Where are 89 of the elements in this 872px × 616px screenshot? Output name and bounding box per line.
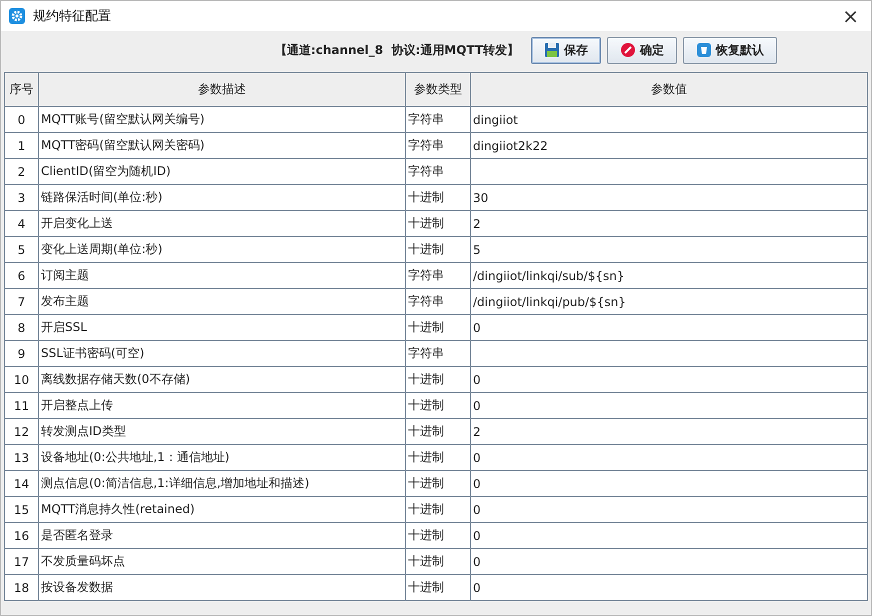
table-cell: MQTT密码(留空默认网关密码): [39, 133, 406, 159]
table-cell: 11: [5, 393, 39, 419]
table-cell: 12: [5, 419, 39, 445]
table-cell: 转发测点ID类型: [39, 419, 406, 445]
column-header[interactable]: 参数描述: [39, 73, 406, 107]
table-cell: 十进制: [406, 471, 471, 497]
table-cell: 1: [5, 133, 39, 159]
value-cell[interactable]: 0: [471, 471, 868, 497]
value-cell[interactable]: 0: [471, 575, 868, 601]
trash-icon: [696, 42, 712, 58]
table-cell: 十进制: [406, 315, 471, 341]
value-cell[interactable]: 0: [471, 523, 868, 549]
value-cell[interactable]: 0: [471, 393, 868, 419]
table-cell: 6: [5, 263, 39, 289]
value-cell[interactable]: [471, 159, 868, 185]
value-cell[interactable]: 0: [471, 445, 868, 471]
value-cell[interactable]: 0: [471, 497, 868, 523]
table-cell: 十进制: [406, 419, 471, 445]
table-cell: 字符串: [406, 263, 471, 289]
table-cell: 链路保活时间(单位:秒): [39, 185, 406, 211]
table-cell: 十进制: [406, 211, 471, 237]
table-cell: 十进制: [406, 549, 471, 575]
table-cell: 十进制: [406, 575, 471, 601]
table-cell: 按设备发数据: [39, 575, 406, 601]
table-cell: 4: [5, 211, 39, 237]
table-cell: 订阅主题: [39, 263, 406, 289]
toolbar-button[interactable]: 确定: [607, 36, 678, 64]
value-cell[interactable]: 0: [471, 549, 868, 575]
table-cell: 开启整点上传: [39, 393, 406, 419]
table-cell: 离线数据存储天数(0不存储): [39, 367, 406, 393]
table-cell: 15: [5, 497, 39, 523]
table-cell: 9: [5, 341, 39, 367]
gear-icon: [9, 8, 25, 24]
table-cell: 变化上送周期(单位:秒): [39, 237, 406, 263]
value-cell[interactable]: /dingiiot/linkqi/pub/${sn}: [471, 289, 868, 315]
table-cell: 十进制: [406, 393, 471, 419]
table-cell: 2: [5, 159, 39, 185]
table-cell: MQTT账号(留空默认网关编号): [39, 107, 406, 133]
table-cell: 7: [5, 289, 39, 315]
value-cell[interactable]: dingiiot2k22: [471, 133, 868, 159]
table-cell: 17: [5, 549, 39, 575]
value-cell[interactable]: 2: [471, 211, 868, 237]
value-cell[interactable]: 0: [471, 315, 868, 341]
table-cell: 10: [5, 367, 39, 393]
column-header[interactable]: 参数类型: [406, 73, 471, 107]
value-cell[interactable]: [471, 341, 868, 367]
table-cell: SSL证书密码(可空): [39, 341, 406, 367]
toolbar-button[interactable]: 恢复默认: [683, 36, 778, 64]
table-cell: 开启SSL: [39, 315, 406, 341]
table-cell: 测点信息(0:简洁信息,1:详细信息,增加地址和描述): [39, 471, 406, 497]
no-entry-icon: [620, 42, 636, 58]
toolbar-button[interactable]: 保存: [531, 36, 602, 64]
table-cell: MQTT消息持久性(retained): [39, 497, 406, 523]
table-cell: 字符串: [406, 159, 471, 185]
table-cell: 十进制: [406, 497, 471, 523]
table-cell: 是否匿名登录: [39, 523, 406, 549]
table-cell: 8: [5, 315, 39, 341]
table-cell: 3: [5, 185, 39, 211]
value-cell[interactable]: /dingiiot/linkqi/sub/${sn}: [471, 263, 868, 289]
table-cell: 18: [5, 575, 39, 601]
table-cell: 字符串: [406, 289, 471, 315]
table-cell: 字符串: [406, 133, 471, 159]
table-cell: 5: [5, 237, 39, 263]
value-cell[interactable]: 2: [471, 419, 868, 445]
table-cell: 十进制: [406, 367, 471, 393]
column-header[interactable]: 参数值: [471, 73, 868, 107]
table-cell: 16: [5, 523, 39, 549]
table-cell: 字符串: [406, 341, 471, 367]
column-header[interactable]: 序号: [5, 73, 39, 107]
value-cell[interactable]: 30: [471, 185, 868, 211]
close-button[interactable]: ×: [838, 6, 863, 26]
table-cell: 13: [5, 445, 39, 471]
table-cell: 十进制: [406, 445, 471, 471]
table-cell: 字符串: [406, 107, 471, 133]
table-cell: ClientID(留空为随机ID): [39, 159, 406, 185]
table-cell: 0: [5, 107, 39, 133]
table-cell: 14: [5, 471, 39, 497]
value-cell[interactable]: 5: [471, 237, 868, 263]
table-cell: 开启变化上送: [39, 211, 406, 237]
table-cell: 十进制: [406, 237, 471, 263]
table-cell: 不发质量码坏点: [39, 549, 406, 575]
table-cell: 十进制: [406, 523, 471, 549]
table-cell: 设备地址(0:公共地址,1：通信地址): [39, 445, 406, 471]
channel-caption: 【通道:channel_8 协议:通用MQTT转发】: [274, 42, 520, 58]
value-cell[interactable]: 0: [471, 367, 868, 393]
table-cell: 发布主题: [39, 289, 406, 315]
window-title: 规约特征配置: [33, 8, 112, 25]
table-cell: 十进制: [406, 185, 471, 211]
value-cell[interactable]: dingiiot: [471, 107, 868, 133]
